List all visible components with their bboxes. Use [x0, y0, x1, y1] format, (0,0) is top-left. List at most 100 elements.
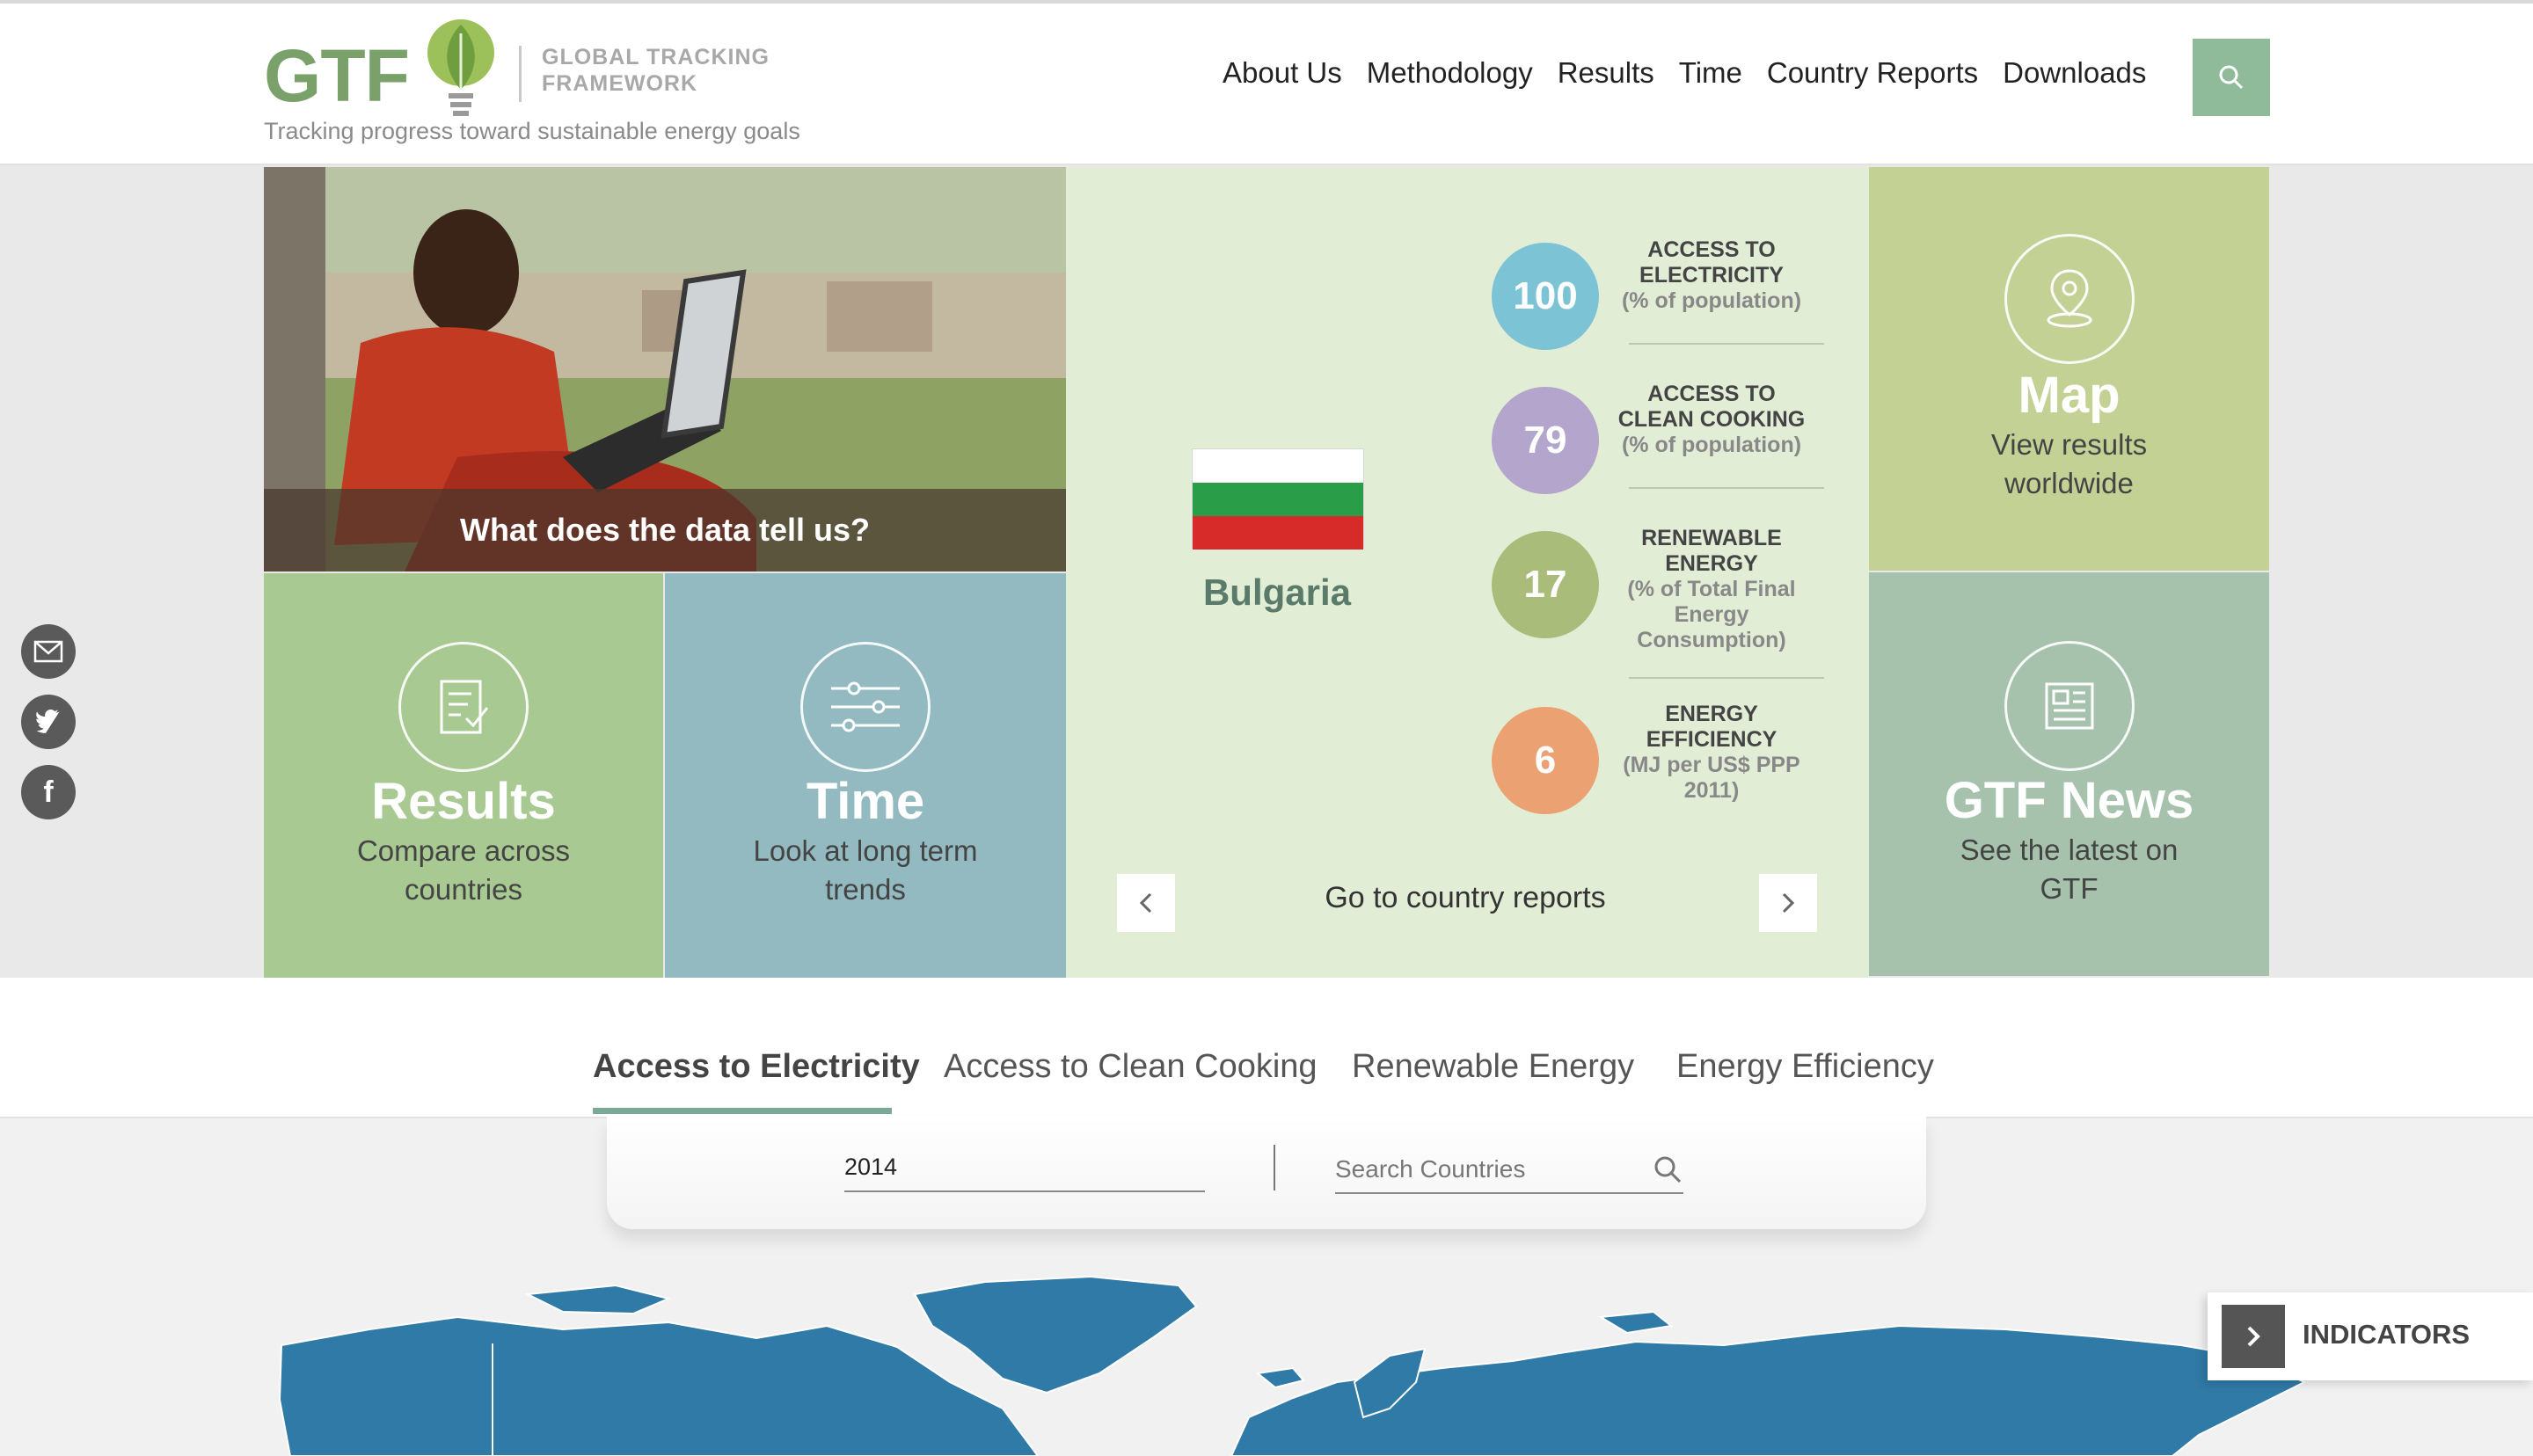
time-subtitle: Look at long term trends: [753, 834, 978, 906]
search-button[interactable]: [2193, 39, 2270, 116]
controls-divider: [1274, 1145, 1275, 1190]
news-icon-circle: [2004, 641, 2135, 771]
stat-label: ACCESS TO CLEAN COOKING (% of population…: [1615, 382, 1808, 458]
site-header: GTF GLOBAL TRACKING FRAMEWORK Tracking p…: [0, 4, 2533, 165]
stat-label-unit: (% of population): [1621, 288, 1802, 313]
twitter-bird-icon: [36, 710, 60, 733]
year-select[interactable]: 2014: [844, 1152, 1205, 1192]
stat-renewable-energy: 17 RENEWABLE ENERGY (% of Total Final En…: [1492, 508, 1879, 652]
stat-divider: [1629, 677, 1824, 679]
data-story-photo[interactable]: What does the data tell us?: [264, 167, 1066, 571]
chevron-right-icon: [1782, 892, 1795, 914]
stat-label: ACCESS TO ELECTRICITY (% of population): [1615, 237, 1808, 314]
results-tile[interactable]: Results Compare across countries: [264, 573, 663, 978]
search-icon: [1654, 1156, 1682, 1183]
indicators-label: INDICATORS: [2303, 1319, 2471, 1350]
flag-stripe-green: [1193, 483, 1363, 516]
facebook-icon: f: [43, 775, 54, 809]
flag-stripe-red: [1193, 516, 1363, 550]
news-subtitle: See the latest on GTF: [1960, 834, 2179, 905]
stat-access-electricity: 100 ACCESS TO ELECTRICITY (% of populati…: [1492, 220, 1879, 360]
facebook-share-button[interactable]: f: [21, 765, 76, 819]
map-region-arctic-islands: [524, 1284, 672, 1315]
country-panel: Bulgaria 100 ACCESS TO ELECTRICITY (% of…: [1066, 167, 1869, 978]
email-share-button[interactable]: [21, 624, 76, 679]
stat-energy-efficiency: 6 ENERGY EFFICIENCY (MJ per US$ PPP 2011…: [1492, 684, 1879, 825]
gtf-news-tile[interactable]: GTF News See the latest on GTF: [1869, 572, 2269, 976]
gtf-logo[interactable]: GTF GLOBAL TRACKING FRAMEWORK: [264, 14, 827, 128]
go-to-country-reports-link[interactable]: Go to country reports: [1289, 881, 1641, 915]
stat-divider: [1629, 487, 1824, 489]
stat-clean-cooking: 79 ACCESS TO CLEAN COOKING (% of populat…: [1492, 364, 1879, 505]
time-tile[interactable]: Time Look at long term trends: [665, 573, 1066, 978]
results-icon-circle: [398, 642, 529, 772]
stat-value: 6: [1492, 707, 1599, 814]
stat-label: RENEWABLE ENERGY (% of Total Final Energ…: [1615, 526, 1808, 653]
search-icon: [2219, 65, 2244, 90]
site-tagline: Tracking progress toward sustainable ene…: [264, 118, 800, 144]
map-region-iceland: [1255, 1366, 1305, 1389]
envelope-icon: [33, 640, 63, 663]
logo-divider: [519, 46, 522, 102]
indicators-expand-button[interactable]: [2222, 1305, 2285, 1368]
photo-caption: What does the data tell us?: [264, 489, 1066, 571]
stat-value: 79: [1492, 387, 1599, 494]
map-controls: 2014 Search Countries: [607, 1117, 1926, 1229]
country-name: Bulgaria: [1202, 571, 1352, 613]
stat-label-unit: (% of population): [1621, 433, 1802, 457]
flag-stripe-white: [1193, 449, 1363, 483]
next-country-button[interactable]: [1759, 874, 1817, 932]
stat-label-unit: (% of Total Final Energy Consumption): [1627, 577, 1796, 652]
logo-subtitle-line2: FRAMEWORK: [542, 71, 698, 96]
nav-about-us[interactable]: About Us: [1223, 56, 1342, 90]
stat-label-title: RENEWABLE ENERGY: [1641, 526, 1782, 576]
map-subtitle: View results worldwide: [1990, 428, 2148, 499]
indicators-panel-toggle[interactable]: INDICATORS: [2208, 1292, 2533, 1380]
time-title: Time: [806, 773, 925, 830]
twitter-share-button[interactable]: [21, 695, 76, 749]
map-icon-circle: [2004, 234, 2135, 364]
logo-subtitle: GLOBAL TRACKING FRAMEWORK: [542, 44, 823, 97]
tab-access-electricity[interactable]: Access to Electricity: [593, 1048, 920, 1086]
search-placeholder: Search Countries: [1335, 1155, 1526, 1183]
results-subtitle: Compare across countries: [356, 834, 571, 906]
time-icon-circle: [800, 642, 931, 772]
map-region-siberian-islands: [1597, 1310, 1674, 1335]
nav-downloads[interactable]: Downloads: [2003, 56, 2146, 90]
chevron-left-icon: [1139, 892, 1152, 914]
location-pin-icon: [2047, 269, 2091, 328]
stat-label-title: ENERGY EFFICIENCY: [1646, 702, 1777, 752]
nav-country-reports[interactable]: Country Reports: [1767, 56, 1978, 90]
stat-label-title: ACCESS TO ELECTRICITY: [1639, 237, 1784, 288]
chevron-right-icon: [2247, 1326, 2260, 1347]
sliders-icon: [831, 681, 900, 732]
map-tile[interactable]: Map View results worldwide: [1869, 167, 2269, 571]
map-region-north-america: [278, 1315, 1040, 1456]
nav-results[interactable]: Results: [1558, 56, 1654, 90]
stat-label-title: ACCESS TO CLEAN COOKING: [1617, 382, 1806, 432]
results-title: Results: [371, 773, 556, 830]
stat-label: ENERGY EFFICIENCY (MJ per US$ PPP 2011): [1615, 702, 1808, 804]
logo-text: GTF: [264, 34, 410, 117]
tab-access-clean-cooking[interactable]: Access to Clean Cooking: [944, 1048, 1318, 1086]
logo-subtitle-line1: GLOBAL TRACKING: [542, 45, 770, 69]
tab-renewable-energy[interactable]: Renewable Energy: [1352, 1048, 1634, 1086]
country-search-input[interactable]: Search Countries: [1335, 1154, 1683, 1194]
news-title: GTF News: [1944, 772, 2194, 829]
tab-energy-efficiency[interactable]: Energy Efficiency: [1676, 1048, 1934, 1086]
map-title: Map: [2018, 367, 2121, 424]
newspaper-icon: [2045, 682, 2093, 730]
stat-divider: [1629, 343, 1824, 345]
stat-label-unit: (MJ per US$ PPP 2011): [1623, 753, 1800, 803]
stat-value: 100: [1492, 243, 1599, 350]
checklist-icon: [440, 680, 489, 734]
nav-methodology[interactable]: Methodology: [1367, 56, 1533, 90]
active-tab-indicator: [593, 1108, 892, 1114]
indicator-tabs: Access to Electricity Access to Clean Co…: [0, 978, 2533, 1118]
lightbulb-leaf-icon: [427, 19, 494, 116]
prev-country-button[interactable]: [1117, 874, 1175, 932]
nav-time[interactable]: Time: [1679, 56, 1742, 90]
stat-value: 17: [1492, 531, 1599, 638]
bulgaria-flag: [1192, 448, 1364, 550]
map-region-greenland: [913, 1275, 1198, 1394]
